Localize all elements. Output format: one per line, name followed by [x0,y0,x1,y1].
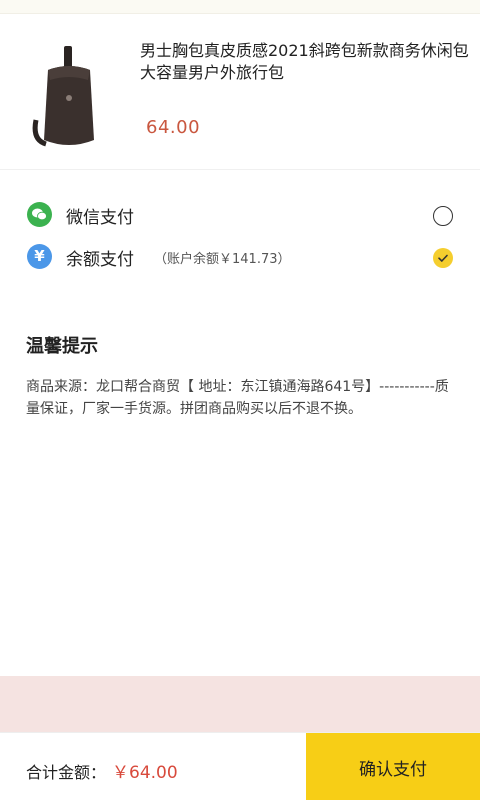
total-amount: ￥64.00 [112,763,178,783]
product-title: 男士胸包真皮质感2021斜跨包新款商务休闲包大容量男户外旅行包 [140,41,469,82]
checkout-bar: 合计金额： ￥64.00 确认支付 [0,732,480,800]
payment-option-wechat[interactable]: 微信支付 [0,194,480,234]
radio-unchecked[interactable] [433,206,453,226]
tips-body: 商品来源：龙口帮合商贸【 地址：东江镇通海路641号】-----------质量… [26,379,449,417]
wechat-icon [27,202,52,227]
product-image [32,46,94,147]
total-label: 合计金额： [26,763,107,782]
radio-checked[interactable] [433,248,453,268]
pink-band [0,676,480,732]
payment-option-label: 微信支付 [66,208,134,228]
top-strip [0,0,480,14]
account-balance: （账户余额￥141.73） [154,252,291,267]
product-card[interactable]: 男士胸包真皮质感2021斜跨包新款商务休闲包大容量男户外旅行包 64.00 [0,14,480,170]
check-icon [438,254,448,262]
product-price: 64.00 [146,117,201,138]
payment-option-balance[interactable]: ¥ 余额支付 （账户余额￥141.73） [0,236,480,276]
tips-title: 温馨提示 [26,336,98,357]
yen-icon: ¥ [27,244,52,269]
confirm-payment-button[interactable]: 确认支付 [306,733,480,800]
payment-option-label: 余额支付 [66,250,134,270]
